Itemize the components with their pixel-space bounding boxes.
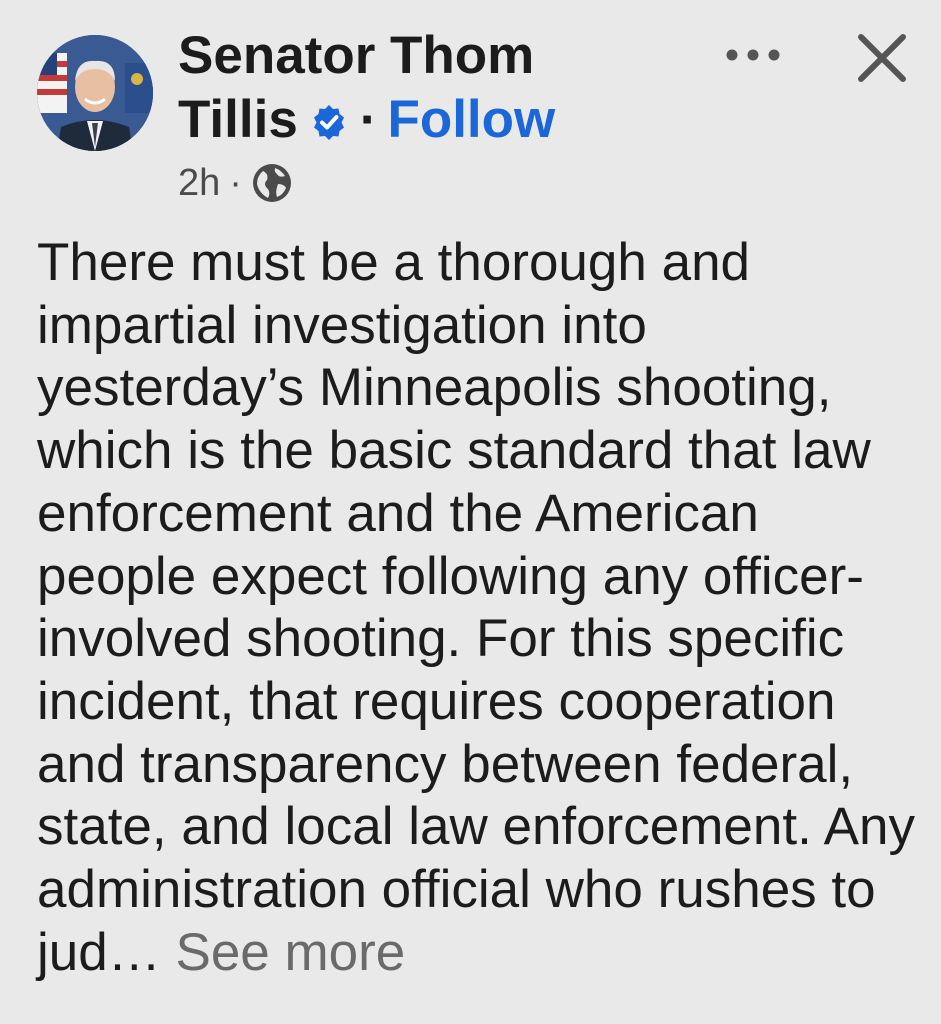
author-name-line2[interactable]: Tillis: [178, 88, 298, 152]
author-separator: ·: [359, 90, 378, 149]
see-more-link[interactable]: See more: [175, 923, 405, 982]
verified-badge-icon: [313, 105, 344, 140]
more-options-icon: [726, 49, 780, 61]
post-card: Senator Thom Tillis · Follow 2h · There …: [0, 0, 941, 1024]
close-button[interactable]: [850, 26, 914, 90]
follow-button[interactable]: Follow: [387, 88, 555, 152]
author-name-line1[interactable]: Senator Thom: [178, 24, 698, 88]
post-body-text: There must be a thorough and impartial i…: [37, 233, 915, 982]
meta-separator: ·: [229, 161, 242, 204]
globe-icon[interactable]: [251, 162, 293, 204]
close-icon: [858, 34, 906, 82]
author-name[interactable]: Senator Thom Tillis · Follow: [178, 24, 698, 152]
more-options-button[interactable]: [718, 30, 788, 80]
avatar[interactable]: [37, 35, 153, 151]
timestamp[interactable]: 2h: [178, 162, 220, 205]
post-body: There must be a thorough and impartial i…: [37, 232, 917, 984]
avatar-image: [37, 35, 153, 151]
post-meta: 2h ·: [178, 159, 293, 207]
